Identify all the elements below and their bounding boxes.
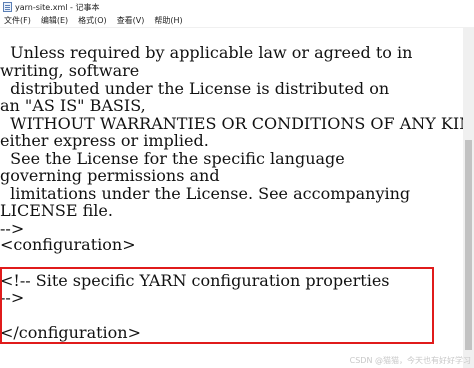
menu-bar: 文件(F) 编辑(E) 格式(O) 查看(V) 帮助(H) (0, 14, 474, 28)
menu-format[interactable]: 格式(O) (73, 15, 112, 26)
text-line: LICENSE file. (0, 201, 113, 220)
text-line: <configuration> (0, 235, 136, 254)
menu-file[interactable]: 文件(F) (0, 15, 36, 26)
notepad-icon (3, 2, 12, 12)
vertical-scrollbar[interactable] (463, 28, 474, 368)
text-line: either express or implied. (0, 131, 209, 150)
title-bar: yarn-site.xml - 记事本 (0, 0, 474, 14)
menu-edit[interactable]: 编辑(E) (36, 15, 73, 26)
watermark: CSDN @猫猫，今天也有好好学习 (349, 356, 471, 365)
text-line: Unless required by applicable law or agr… (0, 43, 413, 62)
scrollbar-thumb[interactable] (465, 140, 472, 350)
menu-help[interactable]: 帮助(H) (149, 15, 187, 26)
text-line: writing, software (0, 61, 140, 80)
text-line: governing permissions and (0, 166, 220, 185)
menu-view[interactable]: 查看(V) (112, 15, 150, 26)
highlight-box (0, 267, 434, 344)
text-line: an "AS IS" BASIS, (0, 96, 146, 115)
window-title: yarn-site.xml - 记事本 (15, 2, 100, 12)
